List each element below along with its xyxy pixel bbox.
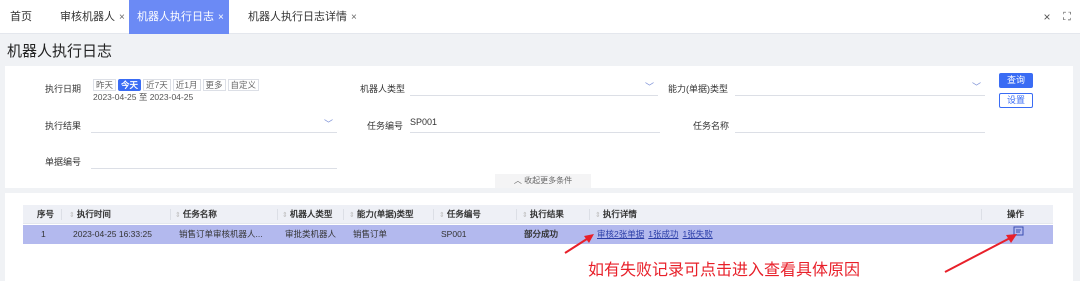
date-chip-7days[interactable]: 近7天 bbox=[143, 79, 171, 91]
sort-icon: ⇕ bbox=[69, 212, 75, 219]
cell-robot-type: 审批类机器人 bbox=[285, 229, 337, 239]
column-divider bbox=[343, 209, 344, 220]
tab-robot-exec-log-detail[interactable]: 机器人执行日志详情 × bbox=[240, 0, 365, 34]
date-quick-chips: 昨天 今天 近7天 近1月 更多 自定义 bbox=[93, 79, 261, 91]
column-divider bbox=[170, 209, 171, 220]
exec-result-select[interactable]: ﹀ bbox=[91, 117, 337, 133]
col-label: 机器人类型 bbox=[289, 209, 333, 219]
col-label: 执行详情 bbox=[602, 209, 637, 219]
table-header: 序号 ⇕ 执行时间 ⇕ 任务名称 ⇕ 机器人类型 ⇕ 能力(单据)类型 ⇕ 任务编号 ⇕ 执… bbox=[23, 205, 1053, 224]
robot-type-select[interactable]: ﹀ bbox=[410, 80, 658, 96]
col-action: 操作 bbox=[1007, 209, 1025, 219]
task-no-value: SP001 bbox=[410, 117, 438, 127]
annotation-note: 如有失败记录可点击进入查看具体原因 bbox=[588, 260, 861, 279]
column-divider bbox=[589, 209, 590, 220]
tab-bar: 首页 审核机器人 × 机器人执行日志 × 机器人执行日志详情 × × ⛶ bbox=[0, 0, 1080, 34]
exec-date-label: 执行日期 bbox=[45, 84, 82, 94]
settings-button[interactable]: 设置 bbox=[999, 93, 1033, 108]
cell-index: 1 bbox=[41, 229, 46, 239]
col-detail[interactable]: ⇕ 执行详情 bbox=[595, 205, 637, 224]
view-log-icon[interactable] bbox=[1013, 225, 1025, 244]
task-no-input[interactable]: SP001 bbox=[410, 117, 660, 133]
sort-icon: ⇕ bbox=[522, 212, 528, 219]
exec-result-label: 执行结果 bbox=[45, 121, 82, 131]
task-no-label: 任务编号 bbox=[367, 121, 404, 131]
date-chip-yesterday[interactable]: 昨天 bbox=[93, 79, 117, 91]
date-chip-1month[interactable]: 近1月 bbox=[172, 79, 201, 91]
cell-task-no: SP001 bbox=[441, 229, 467, 239]
col-label: 任务编号 bbox=[446, 209, 481, 219]
detail-link-reviewed[interactable]: 审核2张单据 bbox=[597, 229, 644, 239]
robot-type-label: 机器人类型 bbox=[360, 84, 406, 94]
collapse-label: 收起更多条件 bbox=[524, 176, 573, 185]
col-exec-time[interactable]: ⇕ 执行时间 bbox=[69, 205, 111, 224]
tab-close-icon[interactable]: × bbox=[218, 12, 224, 23]
date-range-value[interactable]: 2023-04-25 至 2023-04-25 bbox=[93, 91, 193, 103]
sort-icon: ⇕ bbox=[282, 212, 288, 219]
tab-review-robot[interactable]: 审核机器人 × bbox=[52, 0, 133, 34]
cell-exec-time: 2023-04-25 16:33:25 bbox=[73, 229, 152, 239]
col-label: 任务名称 bbox=[182, 209, 217, 219]
column-divider bbox=[433, 209, 434, 220]
table-row[interactable]: 1 2023-04-25 16:33:25 销售订单审核机器人... 审批类机器… bbox=[23, 225, 1053, 244]
col-task-no[interactable]: ⇕ 任务编号 bbox=[439, 205, 481, 224]
sort-icon: ⇕ bbox=[595, 212, 601, 219]
sort-icon: ⇕ bbox=[349, 212, 355, 219]
cell-result: 部分成功 bbox=[524, 229, 559, 239]
capability-type-label: 能力(单据)类型 bbox=[668, 84, 728, 94]
close-all-tabs-icon[interactable]: × bbox=[1037, 0, 1057, 34]
query-button[interactable]: 查询 bbox=[999, 73, 1033, 88]
page-title: 机器人执行日志 bbox=[7, 43, 113, 60]
col-label: 能力(单据)类型 bbox=[356, 209, 414, 219]
col-task-name[interactable]: ⇕ 任务名称 bbox=[175, 205, 217, 224]
column-divider bbox=[277, 209, 278, 220]
chevron-down-icon: ﹀ bbox=[644, 82, 654, 92]
col-capability-type[interactable]: ⇕ 能力(单据)类型 bbox=[349, 205, 414, 224]
tab-robot-exec-log[interactable]: 机器人执行日志 × bbox=[129, 0, 229, 34]
tab-label: 审核机器人 bbox=[60, 11, 115, 23]
sort-icon: ⇕ bbox=[439, 212, 445, 219]
cell-task-name: 销售订单审核机器人... bbox=[179, 229, 263, 239]
cell-capability-type: 销售订单 bbox=[353, 229, 388, 239]
column-divider bbox=[981, 209, 982, 220]
date-chip-custom[interactable]: 自定义 bbox=[227, 79, 260, 91]
col-robot-type[interactable]: ⇕ 机器人类型 bbox=[282, 205, 332, 224]
tab-label: 机器人执行日志 bbox=[137, 11, 214, 23]
doc-no-label: 单据编号 bbox=[45, 157, 82, 167]
chevron-up-icon: ︿ bbox=[513, 176, 525, 185]
column-divider bbox=[516, 209, 517, 220]
view-log-icon-svg bbox=[1013, 226, 1024, 236]
log-table: 序号 ⇕ 执行时间 ⇕ 任务名称 ⇕ 机器人类型 ⇕ 能力(单据)类型 ⇕ 任务编号 ⇕ 执… bbox=[5, 193, 1073, 281]
col-label: 执行结果 bbox=[529, 209, 564, 219]
capability-type-select[interactable]: ﹀ bbox=[735, 80, 985, 96]
col-result[interactable]: ⇕ 执行结果 bbox=[522, 205, 564, 224]
task-name-input[interactable] bbox=[735, 117, 985, 133]
chevron-down-icon: ﹀ bbox=[971, 82, 981, 92]
col-index: 序号 bbox=[37, 209, 55, 219]
tab-close-icon[interactable]: × bbox=[351, 12, 357, 23]
col-label: 执行时间 bbox=[76, 209, 111, 219]
filter-panel: 执行日期 昨天 今天 近7天 近1月 更多 自定义 2023-04-25 至 2023-0… bbox=[5, 66, 1073, 188]
task-name-label: 任务名称 bbox=[693, 121, 730, 131]
collapse-conditions-toggle[interactable]: ︿ 收起更多条件 bbox=[495, 174, 591, 188]
tab-label: 首页 bbox=[10, 11, 32, 23]
column-divider bbox=[61, 209, 62, 220]
chevron-down-icon: ﹀ bbox=[323, 119, 333, 129]
doc-no-input[interactable] bbox=[91, 153, 337, 169]
sort-icon: ⇕ bbox=[175, 212, 181, 219]
tab-close-icon[interactable]: × bbox=[119, 12, 125, 23]
detail-link-success[interactable]: 1张成功 bbox=[648, 229, 678, 239]
tab-home[interactable]: 首页 bbox=[2, 0, 40, 34]
date-chip-more[interactable]: 更多 bbox=[202, 79, 226, 91]
date-chip-today[interactable]: 今天 bbox=[118, 79, 142, 91]
fullscreen-icon[interactable]: ⛶ bbox=[1057, 0, 1077, 34]
cell-detail: 审核2张单据 1张成功 1张失败 bbox=[597, 225, 717, 244]
tab-label: 机器人执行日志详情 bbox=[248, 11, 347, 23]
detail-link-failed[interactable]: 1张失败 bbox=[682, 229, 712, 239]
